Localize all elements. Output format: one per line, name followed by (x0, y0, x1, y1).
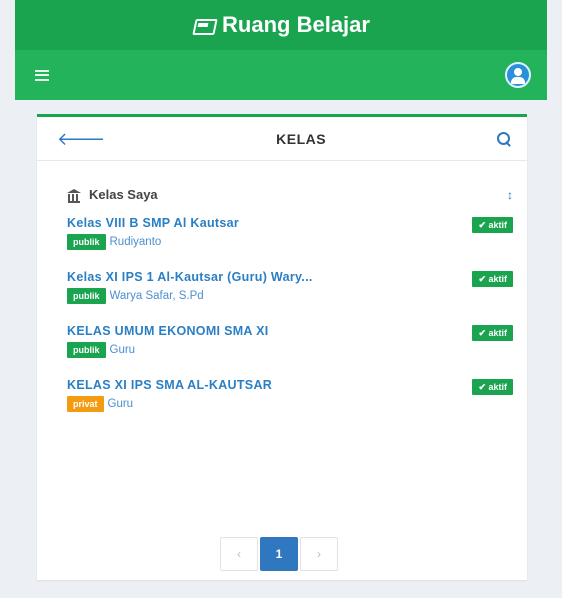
visibility-badge: publik (67, 342, 106, 358)
section-header: Kelas Saya ↕ (37, 161, 527, 203)
visibility-badge: publik (67, 234, 106, 250)
book-icon (192, 17, 214, 33)
teacher-name: Guru (109, 344, 136, 356)
next-page-button[interactable]: › (300, 537, 338, 571)
section-title: Kelas Saya (89, 187, 158, 202)
classes-card: 🡐 KELAS Kelas Saya ↕ Kelas VIII B SMP Al… (37, 114, 527, 580)
list-item[interactable]: Kelas VIII B SMP Al Kautsar publik Rudiy… (67, 216, 513, 270)
teacher-name: Guru (107, 398, 134, 410)
sort-icon[interactable]: ↕ (507, 188, 513, 202)
pagination: ‹ 1 › (220, 537, 338, 571)
menu-icon[interactable] (35, 69, 49, 81)
class-name-link[interactable]: KELAS UMUM EKONOMI SMA XI (67, 324, 268, 338)
list-item[interactable]: Kelas XI IPS 1 Al-Kautsar (Guru) Wary...… (67, 270, 513, 324)
user-icon[interactable] (505, 62, 531, 88)
item-meta: publik Warya Safar, S.Pd (67, 288, 313, 304)
status-badge: ✔ aktif (472, 271, 513, 287)
toolbar (15, 50, 547, 100)
item-meta: privat Guru (67, 396, 272, 412)
item-main: KELAS XI IPS SMA AL-KAUTSAR privat Guru (67, 378, 272, 412)
page-1-button[interactable]: 1 (260, 537, 298, 571)
card-header: 🡐 KELAS (37, 117, 527, 161)
app-title: Ruang Belajar (222, 12, 370, 37)
section-label: Kelas Saya (67, 187, 158, 203)
app-header: Ruang Belajar (15, 0, 547, 50)
page-title: KELAS (276, 130, 327, 147)
item-main: KELAS UMUM EKONOMI SMA XI publik Guru (67, 324, 268, 358)
list-item[interactable]: KELAS XI IPS SMA AL-KAUTSAR privat Guru … (67, 378, 513, 432)
teacher-name: Warya Safar, S.Pd (109, 290, 204, 302)
list-item[interactable]: KELAS UMUM EKONOMI SMA XI publik Guru ✔ … (67, 324, 513, 378)
class-name-link[interactable]: Kelas VIII B SMP Al Kautsar (67, 216, 239, 230)
prev-page-button[interactable]: ‹ (220, 537, 258, 571)
teacher-name: Rudiyanto (109, 236, 162, 248)
item-meta: publik Guru (67, 342, 268, 358)
status-badge: ✔ aktif (472, 217, 513, 233)
back-arrow-icon[interactable]: 🡐 (57, 130, 105, 148)
app-brand[interactable]: Ruang Belajar (192, 12, 370, 38)
item-meta: publik Rudiyanto (67, 234, 239, 250)
class-name-link[interactable]: KELAS XI IPS SMA AL-KAUTSAR (67, 378, 272, 392)
item-main: Kelas VIII B SMP Al Kautsar publik Rudiy… (67, 216, 239, 250)
visibility-badge: privat (67, 396, 104, 412)
class-name-link[interactable]: Kelas XI IPS 1 Al-Kautsar (Guru) Wary... (67, 270, 313, 284)
visibility-badge: publik (67, 288, 106, 304)
bank-icon (67, 188, 81, 203)
item-main: Kelas XI IPS 1 Al-Kautsar (Guru) Wary...… (67, 270, 313, 304)
search-icon[interactable] (496, 131, 511, 146)
status-badge: ✔ aktif (472, 325, 513, 341)
status-badge: ✔ aktif (472, 379, 513, 395)
class-list: Kelas VIII B SMP Al Kautsar publik Rudiy… (37, 202, 527, 432)
app-window: Ruang Belajar 🡐 KELAS Kelas Saya ↕ Kelas… (15, 0, 547, 598)
